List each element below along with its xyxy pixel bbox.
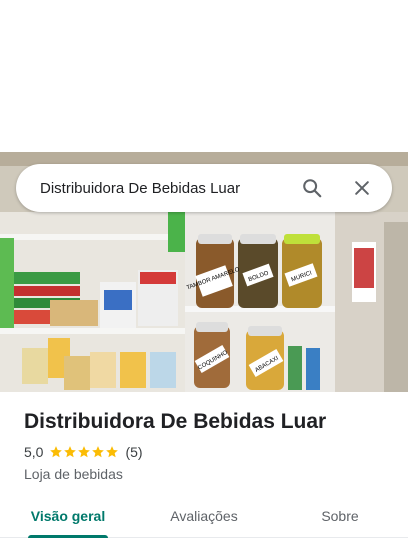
star-icon bbox=[64, 446, 77, 458]
tab-reviews[interactable]: Avaliações bbox=[136, 494, 272, 537]
clear-search-button[interactable] bbox=[346, 172, 378, 204]
star-icon bbox=[92, 446, 105, 458]
star-icon bbox=[78, 446, 91, 458]
place-info: Distribuidora De Bebidas Luar 5,0 (5) Lo… bbox=[24, 408, 392, 484]
place-tabs: Visão geral Avaliações Sobre bbox=[0, 494, 408, 538]
search-bar[interactable]: Distribuidora De Bebidas Luar bbox=[16, 164, 392, 212]
search-input[interactable]: Distribuidora De Bebidas Luar bbox=[40, 180, 278, 197]
tab-about[interactable]: Sobre bbox=[272, 494, 408, 537]
tab-label: Sobre bbox=[321, 507, 359, 524]
place-category: Loja de bebidas bbox=[24, 466, 123, 482]
rating-value: 5,0 bbox=[24, 444, 44, 460]
place-title: Distribuidora De Bebidas Luar bbox=[24, 410, 327, 433]
tab-overview[interactable]: Visão geral bbox=[0, 494, 136, 538]
star-icon bbox=[50, 446, 63, 458]
tab-label: Visão geral bbox=[30, 507, 106, 524]
star-icon bbox=[106, 446, 119, 458]
rating-row[interactable]: 5,0 (5) bbox=[24, 442, 392, 462]
rating-stars bbox=[49, 445, 119, 459]
search-icon bbox=[303, 179, 322, 198]
close-icon bbox=[355, 181, 369, 195]
review-count[interactable]: (5) bbox=[125, 444, 142, 460]
search-button[interactable] bbox=[296, 172, 328, 204]
tab-label: Avaliações bbox=[170, 507, 238, 524]
